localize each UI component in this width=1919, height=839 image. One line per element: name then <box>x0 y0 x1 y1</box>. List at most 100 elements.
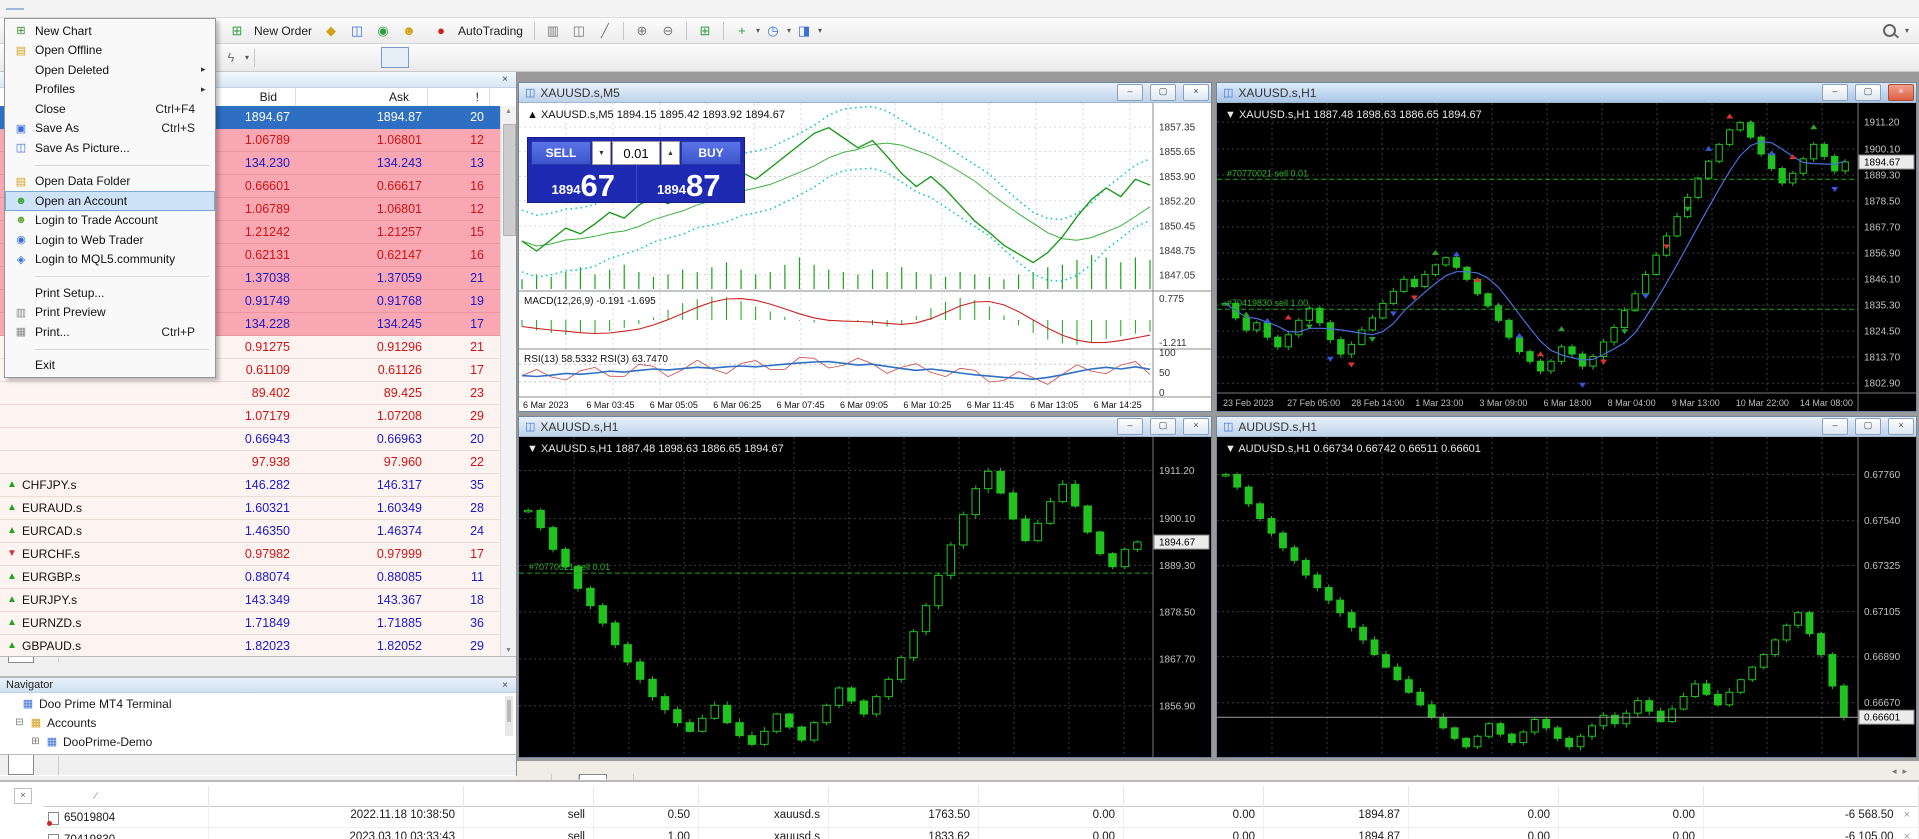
tile-windows-icon[interactable]: ⊞ <box>693 20 717 42</box>
close-button[interactable]: × <box>1183 84 1209 101</box>
buy-button[interactable]: BUY <box>681 141 741 165</box>
terminal-column-header[interactable] <box>1704 786 1919 806</box>
periods-dropdown-icon[interactable]: ▾ <box>787 26 791 35</box>
chart-window-audusd-h1[interactable]: ◫ AUDUSD.s,H1 – ▢ × ▼ AUDUSD.s,H1 0.6673… <box>1216 416 1917 758</box>
menu-item[interactable] <box>101 8 119 10</box>
indicators-dropdown-icon[interactable]: ▾ <box>756 26 760 35</box>
menu-item[interactable] <box>25 8 43 10</box>
tree-expand-icon[interactable]: ⊞ <box>30 736 41 747</box>
market-watch-tab[interactable] <box>8 657 34 663</box>
timeframe-button[interactable] <box>321 47 349 68</box>
terminal-column-header[interactable] <box>1409 786 1559 806</box>
navigator-tree-item[interactable]: ▦ Doo Prime MT4 Terminal <box>0 694 500 713</box>
file-menu-item[interactable]: Print Setup... <box>5 283 215 303</box>
market-watch-row[interactable]: 0.66943 0.66963 20 <box>0 428 500 451</box>
timeframe-button[interactable] <box>411 47 439 68</box>
audusd-h1-chart-canvas[interactable]: 0.677600.675400.673250.671050.668900.666… <box>1217 437 1916 757</box>
chart-window-icon[interactable]: ◫ <box>345 20 369 42</box>
terminal-column-header[interactable] <box>829 786 979 806</box>
scroll-down-icon[interactable]: ▼ <box>503 647 514 654</box>
ohlc-info-line[interactable]: ▼ XAUUSD.s,H1 1887.48 1898.63 1886.65 18… <box>1225 109 1482 121</box>
column-header-ask[interactable]: Ask <box>296 88 428 106</box>
restore-button[interactable]: ▢ <box>1150 418 1176 435</box>
file-menu-item[interactable]: Login to MQL5.community <box>5 250 215 270</box>
chart-window-titlebar[interactable]: ◫ AUDUSD.s,H1 – ▢ × <box>1217 417 1916 437</box>
timeframe-button[interactable] <box>291 47 319 68</box>
market-watch-row[interactable]: ▼EURCHF.s 0.97982 0.97999 17 <box>0 543 500 566</box>
timeframe-button[interactable] <box>381 47 409 68</box>
minimize-button[interactable]: – <box>1117 84 1143 101</box>
terminal-column-header[interactable] <box>1124 786 1264 806</box>
tabs-scroll-left-icon[interactable]: ◂ <box>1892 766 1903 776</box>
volume-input[interactable] <box>612 141 660 165</box>
chart-window-xauusd-m5[interactable]: ◫ XAUUSD.s,M5 – ▢ × ▲ XAUUSD.s,M5 1894.1… <box>518 82 1212 412</box>
ohlc-info-line[interactable]: ▼ AUDUSD.s,H1 0.66734 0.66742 0.66511 0.… <box>1225 443 1481 455</box>
restore-button[interactable]: ▢ <box>1855 84 1881 101</box>
navigator-close-icon[interactable]: × <box>498 680 512 691</box>
column-header-spread[interactable]: ! <box>428 88 490 106</box>
file-menu-item[interactable] <box>35 342 209 350</box>
file-menu-item[interactable] <box>35 158 209 166</box>
terminal-column-header[interactable] <box>1264 786 1409 806</box>
menu-item[interactable] <box>44 8 62 10</box>
navigator-tab[interactable] <box>34 756 59 775</box>
file-menu-item[interactable]: Open an Account <box>5 191 215 211</box>
market-watch-scrollbar[interactable]: ▲ ▼ <box>500 106 516 656</box>
xauusd-h1-small-chart-canvas[interactable]: 1911.201900.101889.301878.501867.701856.… <box>519 437 1211 757</box>
minimize-button[interactable]: – <box>1117 418 1143 435</box>
volume-increase-button[interactable]: ▲ <box>661 141 680 165</box>
market-watch-row[interactable]: 1.07179 1.07208 29 <box>0 405 500 428</box>
timeframe-button[interactable] <box>261 47 289 68</box>
market-watch-row[interactable]: 89.402 89.425 23 <box>0 382 500 405</box>
expert-advisors-icon[interactable]: ◆ <box>319 20 343 42</box>
market-watch-row[interactable]: ▲EURJPY.s 143.349 143.367 18 <box>0 589 500 612</box>
scroll-up-icon[interactable]: ▲ <box>503 108 514 115</box>
ohlc-info-line[interactable]: ▼ XAUUSD.s,H1 1887.48 1898.63 1886.65 18… <box>527 443 784 455</box>
close-button[interactable]: × <box>1888 418 1914 435</box>
templates-dropdown-icon[interactable]: ▾ <box>818 26 822 35</box>
market-watch-row[interactable]: ▲EURAUD.s 1.60321 1.60349 28 <box>0 497 500 520</box>
templates-icon[interactable]: ◨ <box>792 20 816 42</box>
menu-item[interactable] <box>6 8 24 10</box>
navigator-tab[interactable] <box>8 755 34 775</box>
signals-icon[interactable]: ◉ <box>371 20 395 42</box>
file-menu-item[interactable]: Login to Trade Account <box>5 211 215 231</box>
order-row[interactable]: 65019804 2022.11.18 10:38:50 sell 0.50 x… <box>44 806 1919 828</box>
buy-price[interactable]: 189487 <box>637 165 742 203</box>
close-button[interactable]: × <box>1183 418 1209 435</box>
market-watch-row[interactable]: 97.938 97.960 22 <box>0 451 500 474</box>
chart-window-xauusd-h1-small[interactable]: ◫ XAUUSD.s,H1 – ▢ × ▼ XAUUSD.s,H1 1887.4… <box>518 416 1212 758</box>
terminal-column-header[interactable] <box>1559 786 1704 806</box>
xauusd-h1-chart-canvas[interactable]: 1911.201900.101889.301878.501867.701856.… <box>1217 103 1916 411</box>
scrollbar-thumb[interactable] <box>503 124 516 236</box>
market-watch-row[interactable]: ▲GBPAUD.s 1.82023 1.82052 29 <box>0 635 500 656</box>
restore-button[interactable]: ▢ <box>1150 84 1176 101</box>
bar-chart-icon[interactable]: ▥ <box>541 20 565 42</box>
chart-window-titlebar[interactable]: ◫ XAUUSD.s,M5 – ▢ × <box>519 83 1211 103</box>
file-menu-item[interactable] <box>35 269 209 277</box>
market-watch-row[interactable]: ▲EURNZD.s 1.71849 1.71885 36 <box>0 612 500 635</box>
file-menu-item[interactable]: Open Offline <box>5 41 215 61</box>
terminal-close-icon[interactable]: × <box>14 788 32 804</box>
file-menu-item[interactable]: Login to Web Trader <box>5 230 215 250</box>
zoom-in-icon[interactable]: ⊕ <box>630 20 654 42</box>
new-order-button[interactable]: ⊞New Order <box>218 18 318 44</box>
indicators-icon[interactable]: + <box>730 20 754 42</box>
file-menu-item[interactable]: Exit <box>5 356 215 376</box>
tree-expand-icon[interactable]: ⊟ <box>14 717 25 728</box>
chart-window-xauusd-h1-main[interactable]: ◫ XAUUSD.s,H1 – ▢ × ▼ XAUUSD.s,H1 1887.4… <box>1216 82 1917 412</box>
file-menu-item[interactable]: Save As Ctrl+S <box>5 119 215 139</box>
menu-item[interactable] <box>120 8 138 10</box>
file-menu-item[interactable]: New Chart <box>5 21 215 41</box>
file-menu-item[interactable]: Open Deleted ▸ <box>5 60 215 80</box>
menu-item[interactable] <box>82 8 100 10</box>
timeframe-button[interactable] <box>351 47 379 68</box>
market-watch-row[interactable]: ▲EURGBP.s 0.88074 0.88085 11 <box>0 566 500 589</box>
order-row[interactable]: 70419830 2023.03.10 03:33:43 sell 1.00 x… <box>44 828 1919 839</box>
file-menu-item[interactable]: Save As Picture... <box>5 138 215 158</box>
file-menu-item[interactable]: Print Preview <box>5 303 215 323</box>
terminal-column-header[interactable] <box>699 786 829 806</box>
navigator-tree-item[interactable]: ⊞ ▦ DooPrime-Demo <box>0 732 500 751</box>
terminal-column-header[interactable] <box>594 786 699 806</box>
file-menu-item[interactable]: Close Ctrl+F4 <box>5 99 215 119</box>
